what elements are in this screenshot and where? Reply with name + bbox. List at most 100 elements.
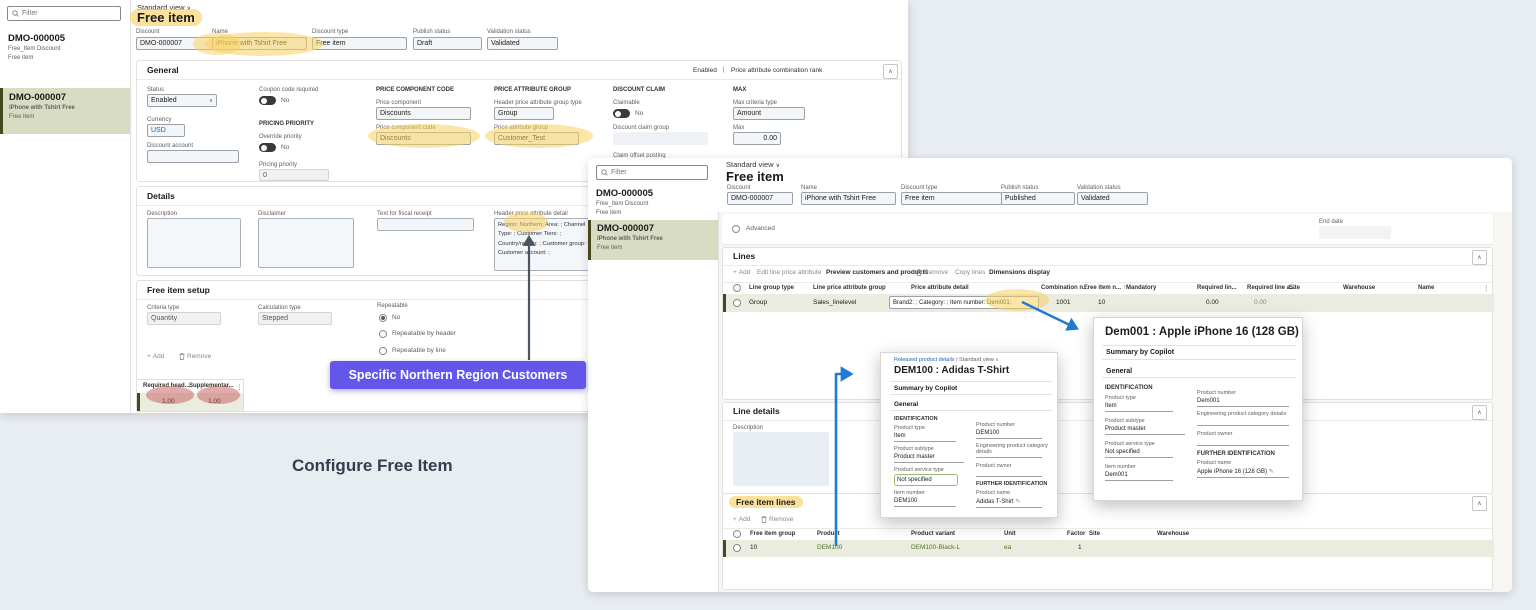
region-annotation-button[interactable]: Specific Northern Region Customers	[330, 361, 586, 389]
preview-customers-products-button[interactable]: Preview customers and products	[826, 269, 928, 276]
filter-input[interactable]: Filter	[596, 165, 708, 180]
validation-status-field[interactable]: Validated	[487, 37, 558, 50]
column-header[interactable]: Free item group	[750, 531, 795, 537]
product-name-value[interactable]: Apple iPhone 16 (128 GB) ✎	[1197, 468, 1289, 478]
table-row[interactable]: 1.00 1.00	[137, 393, 243, 411]
discount-claim-group-field[interactable]	[613, 132, 708, 145]
collapse-icon[interactable]: ∧	[883, 64, 898, 79]
rank-link[interactable]: Price attribute combination rank	[731, 67, 822, 74]
select-all-circle[interactable]	[733, 530, 741, 538]
product-number-link[interactable]: DEM100	[976, 430, 1042, 439]
column-header[interactable]: Required head...	[143, 383, 190, 389]
price-attr-detail-cell[interactable]: Brand2: ; Category: ; Item number: Dem00…	[889, 296, 1039, 309]
column-header[interactable]: Name	[1418, 285, 1434, 291]
summary-by-copilot-bar[interactable]: Summary by Copilot	[890, 381, 1052, 395]
radio-no[interactable]	[379, 314, 387, 322]
price-component-field[interactable]: Discounts	[376, 107, 471, 120]
name-field[interactable]: iPhone with Tshirt Free	[212, 37, 307, 50]
collapse-icon[interactable]: ∧	[1472, 405, 1487, 420]
product-service-type-value[interactable]: Not specified	[894, 474, 958, 486]
column-header[interactable]: Factor	[1067, 531, 1085, 537]
column-header[interactable]: Site	[1289, 285, 1300, 291]
currency-field[interactable]: USD	[147, 124, 185, 137]
list-item-dmo7-selected[interactable]: DMO-000007 iPhone with Tshirt Free Free …	[588, 220, 718, 260]
discount-account-field[interactable]	[147, 150, 239, 163]
fiscal-receipt-field[interactable]	[377, 218, 474, 231]
end-date-field[interactable]	[1319, 226, 1391, 239]
radio-repeatable-line[interactable]	[379, 347, 387, 355]
view-selector[interactable]: Standard view ∨	[726, 160, 780, 169]
lines-table-row[interactable]: Group Sales_linelevel Brand2: ; Category…	[723, 294, 1494, 312]
row-select-circle[interactable]	[733, 299, 741, 307]
coupon-required-toggle[interactable]	[259, 96, 276, 105]
calculation-type-field[interactable]: Stepped	[258, 312, 332, 325]
column-header[interactable]: Warehouse	[1157, 531, 1189, 537]
override-priority-toggle[interactable]	[259, 143, 276, 152]
product-type-value[interactable]: Item	[894, 433, 956, 442]
max-criteria-type-field[interactable]: Amount	[733, 107, 805, 120]
add-button[interactable]: +Add	[733, 269, 750, 276]
column-header[interactable]: Price attribute detail	[911, 285, 969, 291]
section-title[interactable]: General	[147, 65, 179, 75]
header-attr-detail-box[interactable]: Region: Northern; Area: ; Channel Type: …	[494, 218, 594, 271]
product-variant-link[interactable]: DEM100-Black-L	[911, 544, 960, 551]
radio-repeatable-header[interactable]	[379, 330, 387, 338]
discount-type-field[interactable]: Free item	[312, 37, 407, 50]
select-all-circle[interactable]	[733, 284, 741, 292]
column-header[interactable]: Combination n...	[1041, 285, 1088, 291]
disclaimer-textarea[interactable]	[258, 218, 354, 268]
edit-icon[interactable]: ✎	[1015, 499, 1020, 505]
column-header[interactable]: Supplementar...	[189, 383, 234, 389]
publish-status-field[interactable]: Published	[1001, 192, 1075, 205]
column-header[interactable]: Line group type	[749, 285, 794, 291]
max-field[interactable]: 0.00	[733, 132, 781, 145]
remove-button[interactable]: Remove	[916, 269, 948, 276]
add-button[interactable]: +Add	[147, 353, 164, 360]
row-select-circle[interactable]	[733, 544, 741, 552]
collapse-icon[interactable]: ∧	[1472, 496, 1487, 511]
claimable-toggle[interactable]	[613, 109, 630, 118]
edit-icon[interactable]: ✎	[1269, 469, 1274, 475]
remove-button[interactable]: Remove	[179, 353, 211, 360]
dimensions-display-button[interactable]: Dimensions display	[989, 269, 1050, 276]
item-number-link[interactable]: Dem001	[1105, 472, 1173, 481]
column-header[interactable]: Required line a...	[1247, 285, 1295, 291]
product-subtype-value[interactable]: Product master	[1105, 426, 1185, 435]
filter-input[interactable]: Filter	[7, 6, 121, 21]
product-subtype-value[interactable]: Product master	[894, 454, 964, 463]
criteria-type-field[interactable]: Quantity	[147, 312, 221, 325]
description-textarea[interactable]	[147, 218, 241, 268]
product-service-type-value[interactable]: Not specified	[1105, 449, 1173, 458]
breadcrumb[interactable]: Released product details | Standard view…	[894, 357, 999, 363]
summary-by-copilot-bar[interactable]: Summary by Copilot	[1102, 345, 1296, 360]
view-label[interactable]: Standard view	[959, 357, 994, 363]
kebab-icon[interactable]: ⋮	[1483, 284, 1490, 292]
product-type-value[interactable]: Item	[1105, 403, 1173, 412]
column-header[interactable]: Line price attribute group	[813, 285, 886, 291]
status-select[interactable]: Enabled ∨	[147, 94, 217, 107]
column-header[interactable]: Site	[1089, 531, 1100, 537]
add-button[interactable]: +Add	[733, 516, 750, 523]
column-header[interactable]: Mandatory	[1126, 285, 1156, 291]
free-item-line-row[interactable]: 10 DEM100 DEM100-Black-L ea 1	[723, 540, 1494, 557]
section-title[interactable]: Lines	[733, 251, 755, 261]
product-link[interactable]: DEM100	[817, 544, 842, 551]
discount-field[interactable]: DMO-000007	[727, 192, 793, 205]
header-pag-type-field[interactable]: Group	[494, 107, 554, 120]
product-number-link[interactable]: Dem001	[1197, 398, 1289, 407]
column-header[interactable]: Required lin...	[1197, 285, 1237, 291]
column-header[interactable]: Free item n... ↑	[1084, 285, 1126, 291]
list-item-dmo7-selected[interactable]: DMO-000007 iPhone with Tshirt Free Free …	[0, 88, 130, 134]
general-bar[interactable]: General	[890, 399, 1052, 411]
section-title[interactable]: Free item setup	[147, 285, 210, 295]
kebab-icon[interactable]: ⋮	[236, 383, 243, 391]
column-header[interactable]: Unit	[1004, 531, 1016, 537]
publish-status-field[interactable]: Draft	[413, 37, 482, 50]
breadcrumb-link[interactable]: Released product details	[894, 357, 955, 363]
list-item-dmo5[interactable]: DMO-000005 Free_Item Discount Free item	[588, 186, 718, 220]
edit-line-price-attribute-button[interactable]: Edit line price attribute	[757, 269, 821, 276]
product-name-value[interactable]: Adidas T-Shirt ✎	[976, 498, 1042, 508]
validation-status-field[interactable]: Validated	[1077, 192, 1148, 205]
section-title[interactable]: Line details	[733, 406, 780, 416]
remove-button[interactable]: Remove	[761, 516, 793, 523]
